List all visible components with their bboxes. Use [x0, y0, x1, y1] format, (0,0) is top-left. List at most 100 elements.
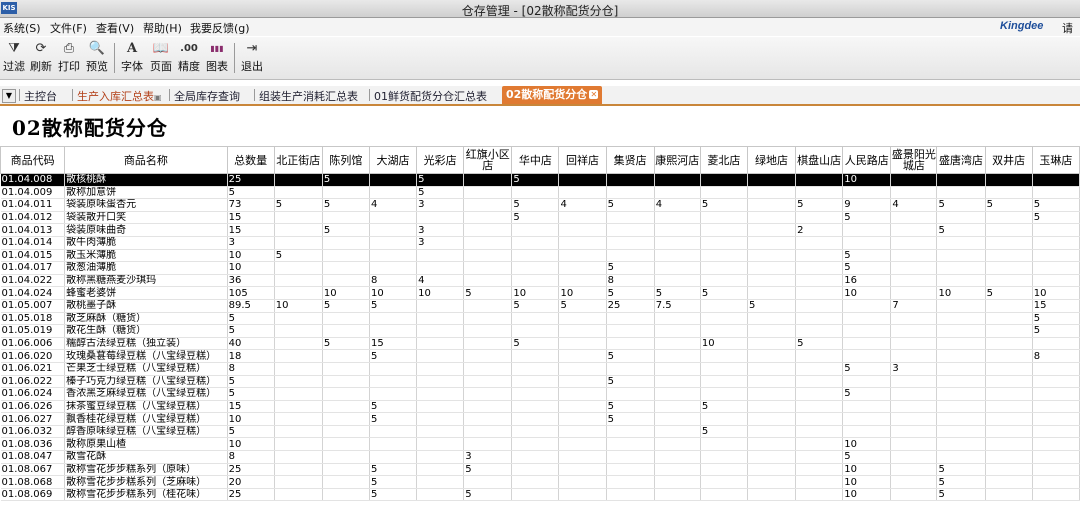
table-cell[interactable]: [747, 173, 797, 187]
tab-fresh-distribution[interactable]: 01鲜货配货分仓汇总表: [374, 88, 487, 104]
table-cell[interactable]: 10: [227, 437, 275, 452]
table-cell[interactable]: [558, 475, 607, 489]
table-cell[interactable]: [511, 223, 560, 237]
table-cell[interactable]: 01.04.009: [0, 186, 66, 200]
chevron-down-icon[interactable]: ▼: [2, 89, 16, 103]
table-cell[interactable]: [1032, 375, 1080, 389]
table-cell[interactable]: [700, 261, 748, 275]
table-cell[interactable]: [795, 463, 844, 477]
table-row[interactable]: 01.04.017 散葱油薄脆 10 5 5: [0, 261, 1080, 275]
table-cell[interactable]: [511, 400, 560, 414]
table-cell[interactable]: [511, 362, 560, 376]
table-cell[interactable]: [795, 387, 844, 401]
table-cell[interactable]: [795, 286, 844, 300]
table-cell[interactable]: 15: [227, 223, 275, 237]
tab-production-inbound[interactable]: 生产入库汇总表▣: [77, 88, 162, 104]
table-cell[interactable]: [511, 261, 560, 275]
table-cell[interactable]: [700, 412, 748, 426]
table-cell[interactable]: [1032, 186, 1080, 200]
table-cell[interactable]: [700, 211, 748, 225]
table-cell[interactable]: [416, 400, 465, 414]
table-cell[interactable]: [1032, 450, 1080, 464]
table-cell[interactable]: [654, 475, 701, 489]
table-cell[interactable]: 5: [842, 387, 892, 401]
table-cell[interactable]: [274, 437, 323, 452]
table-cell[interactable]: [369, 261, 418, 275]
table-cell[interactable]: [654, 274, 701, 288]
table-cell[interactable]: [606, 211, 655, 225]
table-cell[interactable]: [700, 223, 748, 237]
table-cell[interactable]: 5: [606, 286, 655, 300]
table-cell[interactable]: 5: [936, 198, 986, 212]
table-cell[interactable]: 5: [274, 249, 323, 263]
table-cell[interactable]: [558, 274, 607, 288]
table-cell[interactable]: [274, 412, 323, 426]
table-cell[interactable]: [558, 173, 607, 187]
table-cell[interactable]: [463, 412, 513, 426]
table-cell[interactable]: [558, 261, 607, 275]
table-cell[interactable]: [747, 463, 797, 477]
table-cell[interactable]: [936, 312, 986, 326]
table-cell[interactable]: [274, 375, 323, 389]
table-cell[interactable]: [369, 211, 418, 225]
table-row[interactable]: 01.08.069 散称雪花步步糕系列（桂花味） 25 5 5 10 5: [0, 488, 1080, 502]
table-cell[interactable]: [890, 425, 938, 439]
table-cell[interactable]: [936, 249, 986, 263]
table-cell[interactable]: [985, 463, 1033, 477]
table-cell[interactable]: 5: [700, 286, 748, 300]
table-cell[interactable]: [369, 450, 418, 464]
table-cell[interactable]: [511, 375, 560, 389]
table-row[interactable]: 01.04.022 散称黑糖燕麦沙琪玛 36 8 4 8 16: [0, 274, 1080, 288]
table-cell[interactable]: 5: [511, 198, 560, 212]
table-cell[interactable]: [747, 349, 797, 363]
table-cell[interactable]: [606, 173, 655, 187]
tab-console[interactable]: 主控台: [24, 88, 57, 104]
table-cell[interactable]: [511, 186, 560, 200]
table-cell[interactable]: 4: [654, 198, 701, 212]
table-cell[interactable]: [1032, 425, 1080, 439]
table-cell[interactable]: [985, 186, 1033, 200]
table-cell[interactable]: 散玉米薄脆: [64, 249, 228, 263]
table-cell[interactable]: [558, 488, 607, 502]
table-cell[interactable]: 01.06.006: [0, 337, 66, 351]
table-cell[interactable]: [606, 463, 655, 477]
table-cell[interactable]: [654, 349, 701, 363]
table-cell[interactable]: [322, 425, 370, 439]
table-cell[interactable]: [606, 312, 655, 326]
table-cell[interactable]: 01.08.069: [0, 488, 66, 502]
table-cell[interactable]: [890, 312, 938, 326]
table-cell[interactable]: [558, 437, 607, 452]
table-cell[interactable]: [322, 463, 370, 477]
table-cell[interactable]: [322, 274, 370, 288]
column-header[interactable]: 绿地店: [746, 146, 797, 174]
table-cell[interactable]: [369, 249, 418, 263]
table-cell[interactable]: 5: [227, 375, 275, 389]
tab-global-inventory[interactable]: 全局库存查询: [174, 88, 240, 104]
table-cell[interactable]: [463, 211, 513, 225]
table-cell[interactable]: [985, 475, 1033, 489]
table-cell[interactable]: 5: [606, 412, 655, 426]
table-cell[interactable]: [890, 337, 938, 351]
table-cell[interactable]: [274, 337, 323, 351]
table-cell[interactable]: [654, 450, 701, 464]
table-cell[interactable]: [606, 450, 655, 464]
precision-button[interactable]: .00 精度: [175, 40, 203, 76]
table-cell[interactable]: [700, 274, 748, 288]
table-cell[interactable]: [1032, 400, 1080, 414]
table-cell[interactable]: [322, 400, 370, 414]
table-cell[interactable]: [985, 274, 1033, 288]
table-cell[interactable]: [416, 249, 465, 263]
table-cell[interactable]: [654, 249, 701, 263]
table-cell[interactable]: 5: [1032, 312, 1080, 326]
table-cell[interactable]: 5: [1032, 324, 1080, 338]
table-cell[interactable]: 73: [227, 198, 275, 212]
table-cell[interactable]: [747, 312, 797, 326]
table-cell[interactable]: [747, 211, 797, 225]
table-cell[interactable]: 5: [416, 186, 465, 200]
table-cell[interactable]: [322, 211, 370, 225]
table-cell[interactable]: 01.06.022: [0, 375, 66, 389]
table-cell[interactable]: 5: [369, 475, 418, 489]
table-cell[interactable]: [369, 223, 418, 237]
table-cell[interactable]: [890, 400, 938, 414]
table-cell[interactable]: [747, 488, 797, 502]
